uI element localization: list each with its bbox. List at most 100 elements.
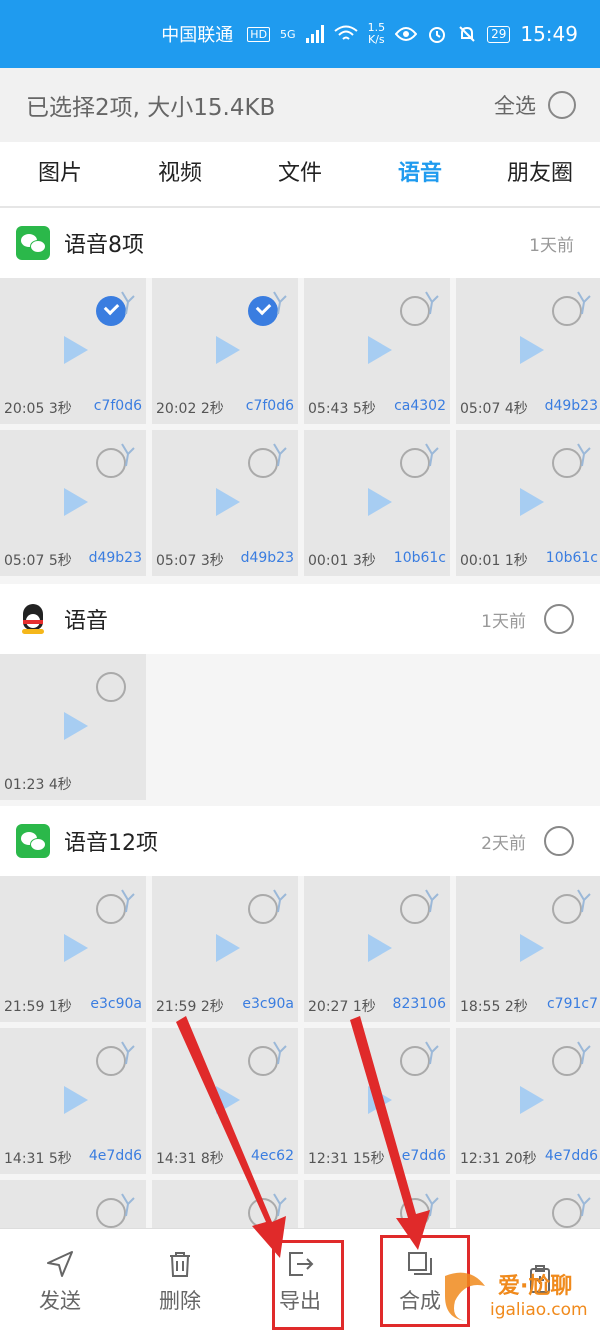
play-icon[interactable] [368,1086,392,1114]
select-all-checkbox[interactable] [548,91,576,119]
play-icon[interactable] [216,336,240,364]
share-icon [425,1041,439,1065]
voice-item-tile[interactable]: 05:07 4秒 d49b23 [456,278,600,424]
play-icon[interactable] [368,488,392,516]
voice-item-tile[interactable]: 14:31 5秒 4e7dd6 [0,1028,146,1174]
play-icon[interactable] [368,934,392,962]
export-highlight-box [272,1240,344,1330]
tab-voice[interactable]: 语音 [360,142,480,206]
item-id: 4e7dd6 [88,1148,142,1164]
play-icon[interactable] [64,1086,88,1114]
item-id: 823106 [392,996,446,1012]
voice-item-tile[interactable]: 14:31 8秒 4ec62 [152,1028,298,1174]
play-icon[interactable] [216,1086,240,1114]
voice-item-tile[interactable] [0,1180,146,1228]
voice-item-tile[interactable]: 20:05 3秒 c7f0d6 [0,278,146,424]
watermark-logo-icon [445,1272,485,1321]
item-meta: 01:23 4秒 [4,774,142,794]
play-icon[interactable] [520,934,544,962]
select-all-label[interactable]: 全选 [494,90,536,120]
play-icon[interactable] [368,336,392,364]
tab-files[interactable]: 文件 [240,142,360,206]
voice-item-tile[interactable]: 20:02 2秒 c7f0d6 [152,278,298,424]
voice-item-tile[interactable]: 00:01 3秒 10b61c [304,430,450,576]
item-id: e3c90a [242,996,294,1012]
group-select-checkbox[interactable] [544,826,574,856]
item-id: c7f0d6 [245,398,294,414]
item-id: 4e7dd6 [544,1148,598,1164]
clock: 15:49 [520,22,578,46]
item-duration: 1秒 [48,999,72,1015]
voice-item-tile[interactable]: 00:01 1秒 10b61c [456,430,600,576]
share-icon [425,291,439,315]
voice-item-tile[interactable]: 01:23 4秒 [0,654,146,800]
item-time: 00:01 [460,553,501,569]
item-time: 20:05 [4,401,45,417]
item-meta: 20:02 2秒 c7f0d6 [156,398,294,418]
play-icon[interactable] [520,336,544,364]
play-icon[interactable] [520,1086,544,1114]
voice-item-tile[interactable]: 05:07 3秒 d49b23 [152,430,298,576]
play-icon[interactable] [64,488,88,516]
voice-item-tile[interactable]: 21:59 1秒 e3c90a [0,876,146,1022]
item-duration: 5秒 [352,401,376,417]
group-title: 语音8项 [64,233,144,258]
tab-videos[interactable]: 视频 [120,142,240,206]
voice-list: 语音8项 1天前 20:05 3秒 c7f0d6 20:02 2秒 c7f0d6 05:… [0,208,600,1228]
voice-item-tile[interactable]: 12:31 15秒 e7dd6 [304,1028,450,1174]
share-icon [121,291,135,315]
item-duration: 1秒 [504,553,528,569]
item-meta: 18:55 2秒 c791c7 [460,996,598,1016]
wechat-icon [16,824,50,858]
share-icon [273,889,287,913]
item-duration: 4秒 [504,401,528,417]
item-meta: 21:59 1秒 e3c90a [4,996,142,1016]
item-time: 05:07 [156,553,197,569]
item-time-duration: 20:27 1秒 [308,996,376,1016]
item-time: 21:59 [4,999,45,1015]
item-meta: 00:01 1秒 10b61c [460,550,598,570]
voice-item-tile[interactable]: 12:31 20秒 4e7dd6 [456,1028,600,1174]
group-select-checkbox[interactable] [544,604,574,634]
item-time-duration: 18:55 2秒 [460,996,528,1016]
item-time: 05:07 [460,401,501,417]
signal-icon [305,25,324,43]
send-button[interactable]: 发送 [0,1229,120,1334]
voice-item-tile[interactable]: 05:43 5秒 ca4302 [304,278,450,424]
play-icon[interactable] [64,934,88,962]
item-duration: 4秒 [48,777,72,793]
play-icon[interactable] [216,488,240,516]
voice-item-tile[interactable]: 20:27 1秒 823106 [304,876,450,1022]
play-icon[interactable] [216,934,240,962]
item-select-checkbox[interactable] [96,672,126,702]
item-time: 21:59 [156,999,197,1015]
share-icon [121,889,135,913]
item-id: 10b61c [545,550,598,566]
item-time-duration: 05:07 5秒 [4,550,72,570]
site-watermark: 爱·尬聊 igaliao.com [440,1262,600,1333]
group-title: 语音 [64,609,109,634]
voice-item-tile[interactable]: 21:59 2秒 e3c90a [152,876,298,1022]
mute-icon [459,26,475,42]
play-icon[interactable] [520,488,544,516]
item-time-duration: 00:01 3秒 [308,550,376,570]
item-time-duration: 12:31 15秒 [308,1148,385,1168]
item-duration: 2秒 [200,999,224,1015]
play-icon[interactable] [64,336,88,364]
voice-item-tile[interactable]: 18:55 2秒 c791c7 [456,876,600,1022]
share-icon [425,443,439,467]
tab-images[interactable]: 图片 [0,142,120,206]
item-meta: 14:31 5秒 4e7dd6 [4,1148,142,1168]
tab-moments[interactable]: 朋友圈 [480,142,600,206]
voice-item-tile[interactable]: 05:07 5秒 d49b23 [0,430,146,576]
item-time: 14:31 [4,1151,45,1167]
voice-item-tile[interactable] [304,1180,450,1228]
share-icon [577,889,591,913]
item-time-duration: 14:31 8秒 [156,1148,224,1168]
eye-icon [395,27,418,41]
delete-button[interactable]: 删除 [120,1229,240,1334]
voice-item-tile[interactable] [456,1180,600,1228]
play-icon[interactable] [64,712,88,740]
item-time-duration: 05:07 3秒 [156,550,224,570]
voice-item-tile[interactable] [152,1180,298,1228]
